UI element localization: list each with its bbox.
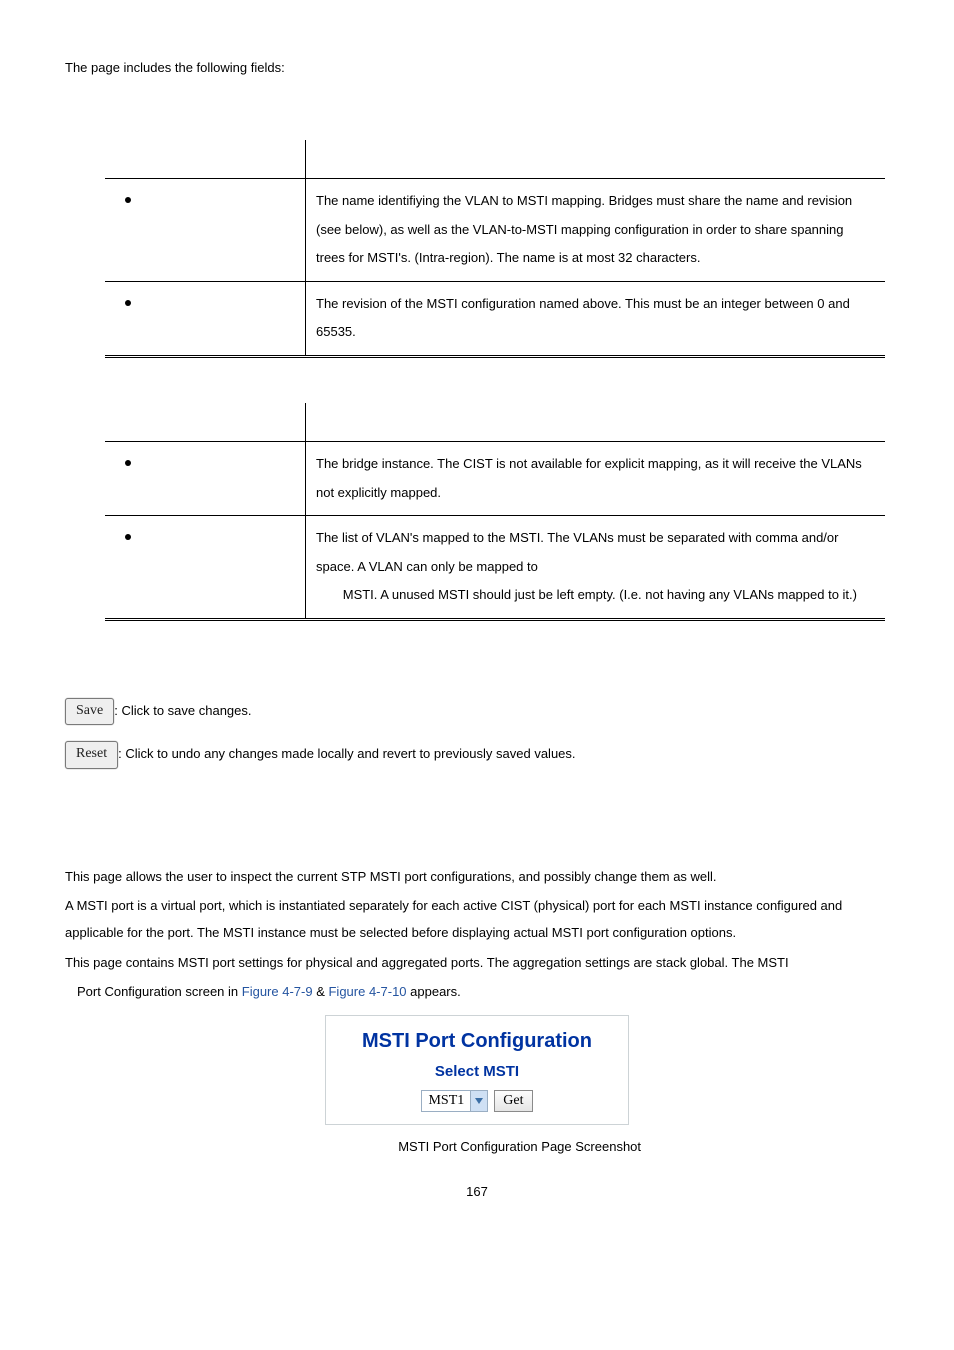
row-object-hidden: MSTI bbox=[135, 456, 166, 471]
paragraph-3b: Port Configuration screen in Figure 4-7-… bbox=[65, 978, 889, 1005]
table-row: MSTI The bridge instance. The CIST is no… bbox=[105, 441, 885, 515]
figure-caption: Figure 4-7-9 : MSTI Port Configuration P… bbox=[65, 1139, 889, 1154]
bullet-icon bbox=[125, 460, 131, 466]
figure-link-1[interactable]: Figure 4-7-9 bbox=[242, 984, 313, 999]
figure-link-2[interactable]: Figure 4-7-10 bbox=[328, 984, 406, 999]
table-row: Configuration Name The name identifiying… bbox=[105, 179, 885, 282]
amp-text: & bbox=[313, 984, 329, 999]
row-object-hidden: Configuration Name bbox=[135, 193, 251, 208]
page-number: 167 bbox=[65, 1184, 889, 1199]
screenshot-msti-port-config: MSTI Port Configuration Select MSTI MST1… bbox=[325, 1015, 629, 1125]
row-desc-post: MSTI. A unused MSTI should just be left … bbox=[339, 587, 857, 602]
table-row: VLANs Mapped The list of VLAN's mapped t… bbox=[105, 516, 885, 620]
paragraph-2: A MSTI port is a virtual port, which is … bbox=[65, 892, 889, 947]
save-desc: : Click to save changes. bbox=[114, 703, 251, 718]
row-desc-pre: The list of VLAN's mapped to the MSTI. T… bbox=[316, 530, 838, 574]
get-button[interactable]: Get bbox=[494, 1090, 532, 1112]
row-desc: The bridge instance. The CIST is not ava… bbox=[306, 441, 886, 515]
reset-button[interactable]: Reset bbox=[65, 741, 118, 768]
bullet-icon bbox=[125, 534, 131, 540]
msti-mapping-label: MSTI Mapping bbox=[65, 378, 889, 393]
row-desc: The name identifiying the VLAN to MSTI m… bbox=[306, 179, 886, 282]
row-object-hidden: Configuration Revision bbox=[135, 296, 266, 311]
bullet-icon bbox=[125, 197, 131, 203]
col-description: Description bbox=[306, 140, 886, 179]
row-desc: The list of VLAN's mapped to the MSTI. T… bbox=[306, 516, 886, 620]
screenshot-subtitle: Select MSTI bbox=[332, 1063, 622, 1080]
table-msti-mapping: Object Description MSTI The bridge insta… bbox=[105, 403, 885, 621]
col-description: Description bbox=[306, 403, 886, 442]
chevron-down-icon bbox=[470, 1091, 487, 1111]
caption-text: MSTI Port Configuration Page Screenshot bbox=[395, 1139, 641, 1154]
row-desc: The revision of the MSTI configuration n… bbox=[306, 281, 886, 356]
appears-text: appears. bbox=[407, 984, 461, 999]
table-row: Configuration Revision The revision of t… bbox=[105, 281, 885, 356]
table-config-identification: Object Description Configuration Name Th… bbox=[105, 140, 885, 358]
col-object: Object bbox=[105, 140, 306, 179]
col-object: Object bbox=[105, 403, 306, 442]
row-object-hidden: VLANs Mapped bbox=[135, 530, 226, 545]
para3-text-pre: Port Configuration screen in bbox=[77, 984, 242, 999]
row-desc-one: one bbox=[316, 587, 339, 602]
paragraph-3a: This page contains MSTI port settings fo… bbox=[65, 949, 889, 976]
section-heading: 4.7.5 MSTI Ports Configuration bbox=[65, 824, 889, 839]
caption-fig-number: Figure 4-7-9 : bbox=[313, 1139, 395, 1154]
screenshot-title: MSTI Port Configuration bbox=[332, 1030, 622, 1053]
save-button[interactable]: Save bbox=[65, 698, 114, 725]
bullet-icon bbox=[125, 300, 131, 306]
msti-select[interactable]: MST1 bbox=[421, 1090, 488, 1112]
config-ident-label: Configuration Identification bbox=[65, 115, 889, 130]
paragraph-1: This page allows the user to inspect the… bbox=[65, 863, 889, 890]
msti-select-value: MST1 bbox=[422, 1093, 470, 1109]
reset-desc: : Click to undo any changes made locally… bbox=[118, 746, 575, 761]
intro-text: The page includes the following fields: bbox=[65, 60, 889, 75]
buttons-heading: Buttons bbox=[65, 671, 889, 686]
